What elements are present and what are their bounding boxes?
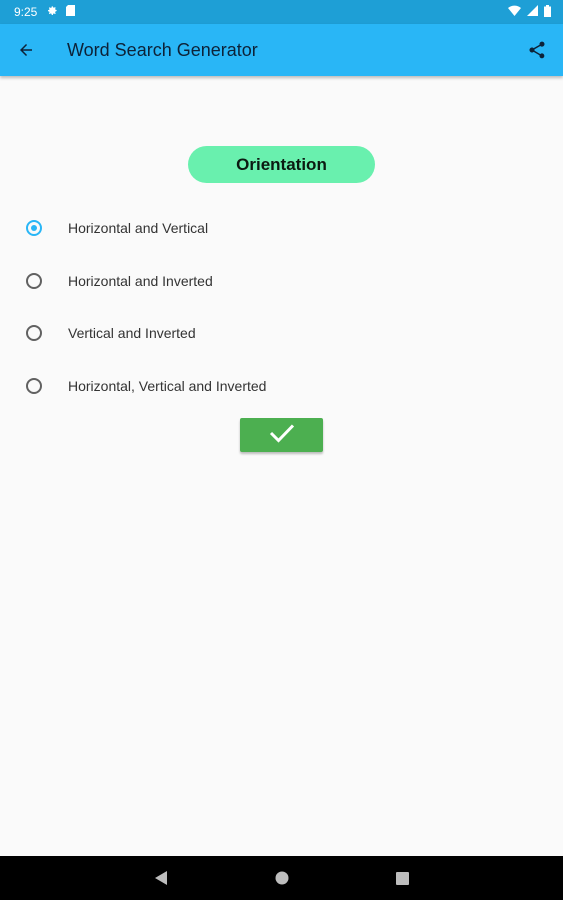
check-icon [269, 423, 295, 448]
option-vertical-inverted[interactable]: Vertical and Inverted [0, 307, 563, 360]
status-time: 9:25 [14, 5, 38, 19]
app-bar: Word Search Generator [0, 24, 563, 76]
radio-selected[interactable] [26, 220, 42, 237]
status-bar: 9:25 [0, 0, 563, 24]
app-title: Word Search Generator [67, 39, 258, 60]
back-triangle-icon[interactable] [139, 856, 183, 900]
share-icon[interactable] [523, 36, 551, 64]
option-horizontal-vertical[interactable]: Horizontal and Vertical [0, 202, 563, 255]
cell-signal-icon [527, 5, 538, 19]
option-horizontal-vertical-inverted[interactable]: Horizontal, Vertical and Inverted [0, 360, 563, 413]
home-circle-icon[interactable] [260, 856, 304, 900]
gear-icon [47, 5, 58, 19]
sd-card-icon [66, 5, 76, 19]
option-label: Horizontal, Vertical and Inverted [68, 377, 267, 394]
confirm-button[interactable] [240, 418, 323, 452]
battery-icon [544, 4, 551, 20]
system-nav-bar [0, 856, 563, 900]
radio-unselected[interactable] [26, 377, 42, 394]
wifi-icon [508, 5, 521, 19]
option-horizontal-inverted[interactable]: Horizontal and Inverted [0, 255, 563, 308]
orientation-options: Horizontal and Vertical Horizontal and I… [0, 202, 563, 412]
arrow-back-icon[interactable] [12, 36, 40, 64]
orientation-heading: Orientation [188, 146, 375, 183]
radio-unselected[interactable] [26, 272, 42, 289]
option-label: Horizontal and Vertical [68, 220, 209, 237]
recents-square-icon[interactable] [380, 856, 424, 900]
radio-unselected[interactable] [26, 325, 42, 342]
option-label: Vertical and Inverted [68, 325, 196, 342]
option-label: Horizontal and Inverted [68, 272, 213, 289]
